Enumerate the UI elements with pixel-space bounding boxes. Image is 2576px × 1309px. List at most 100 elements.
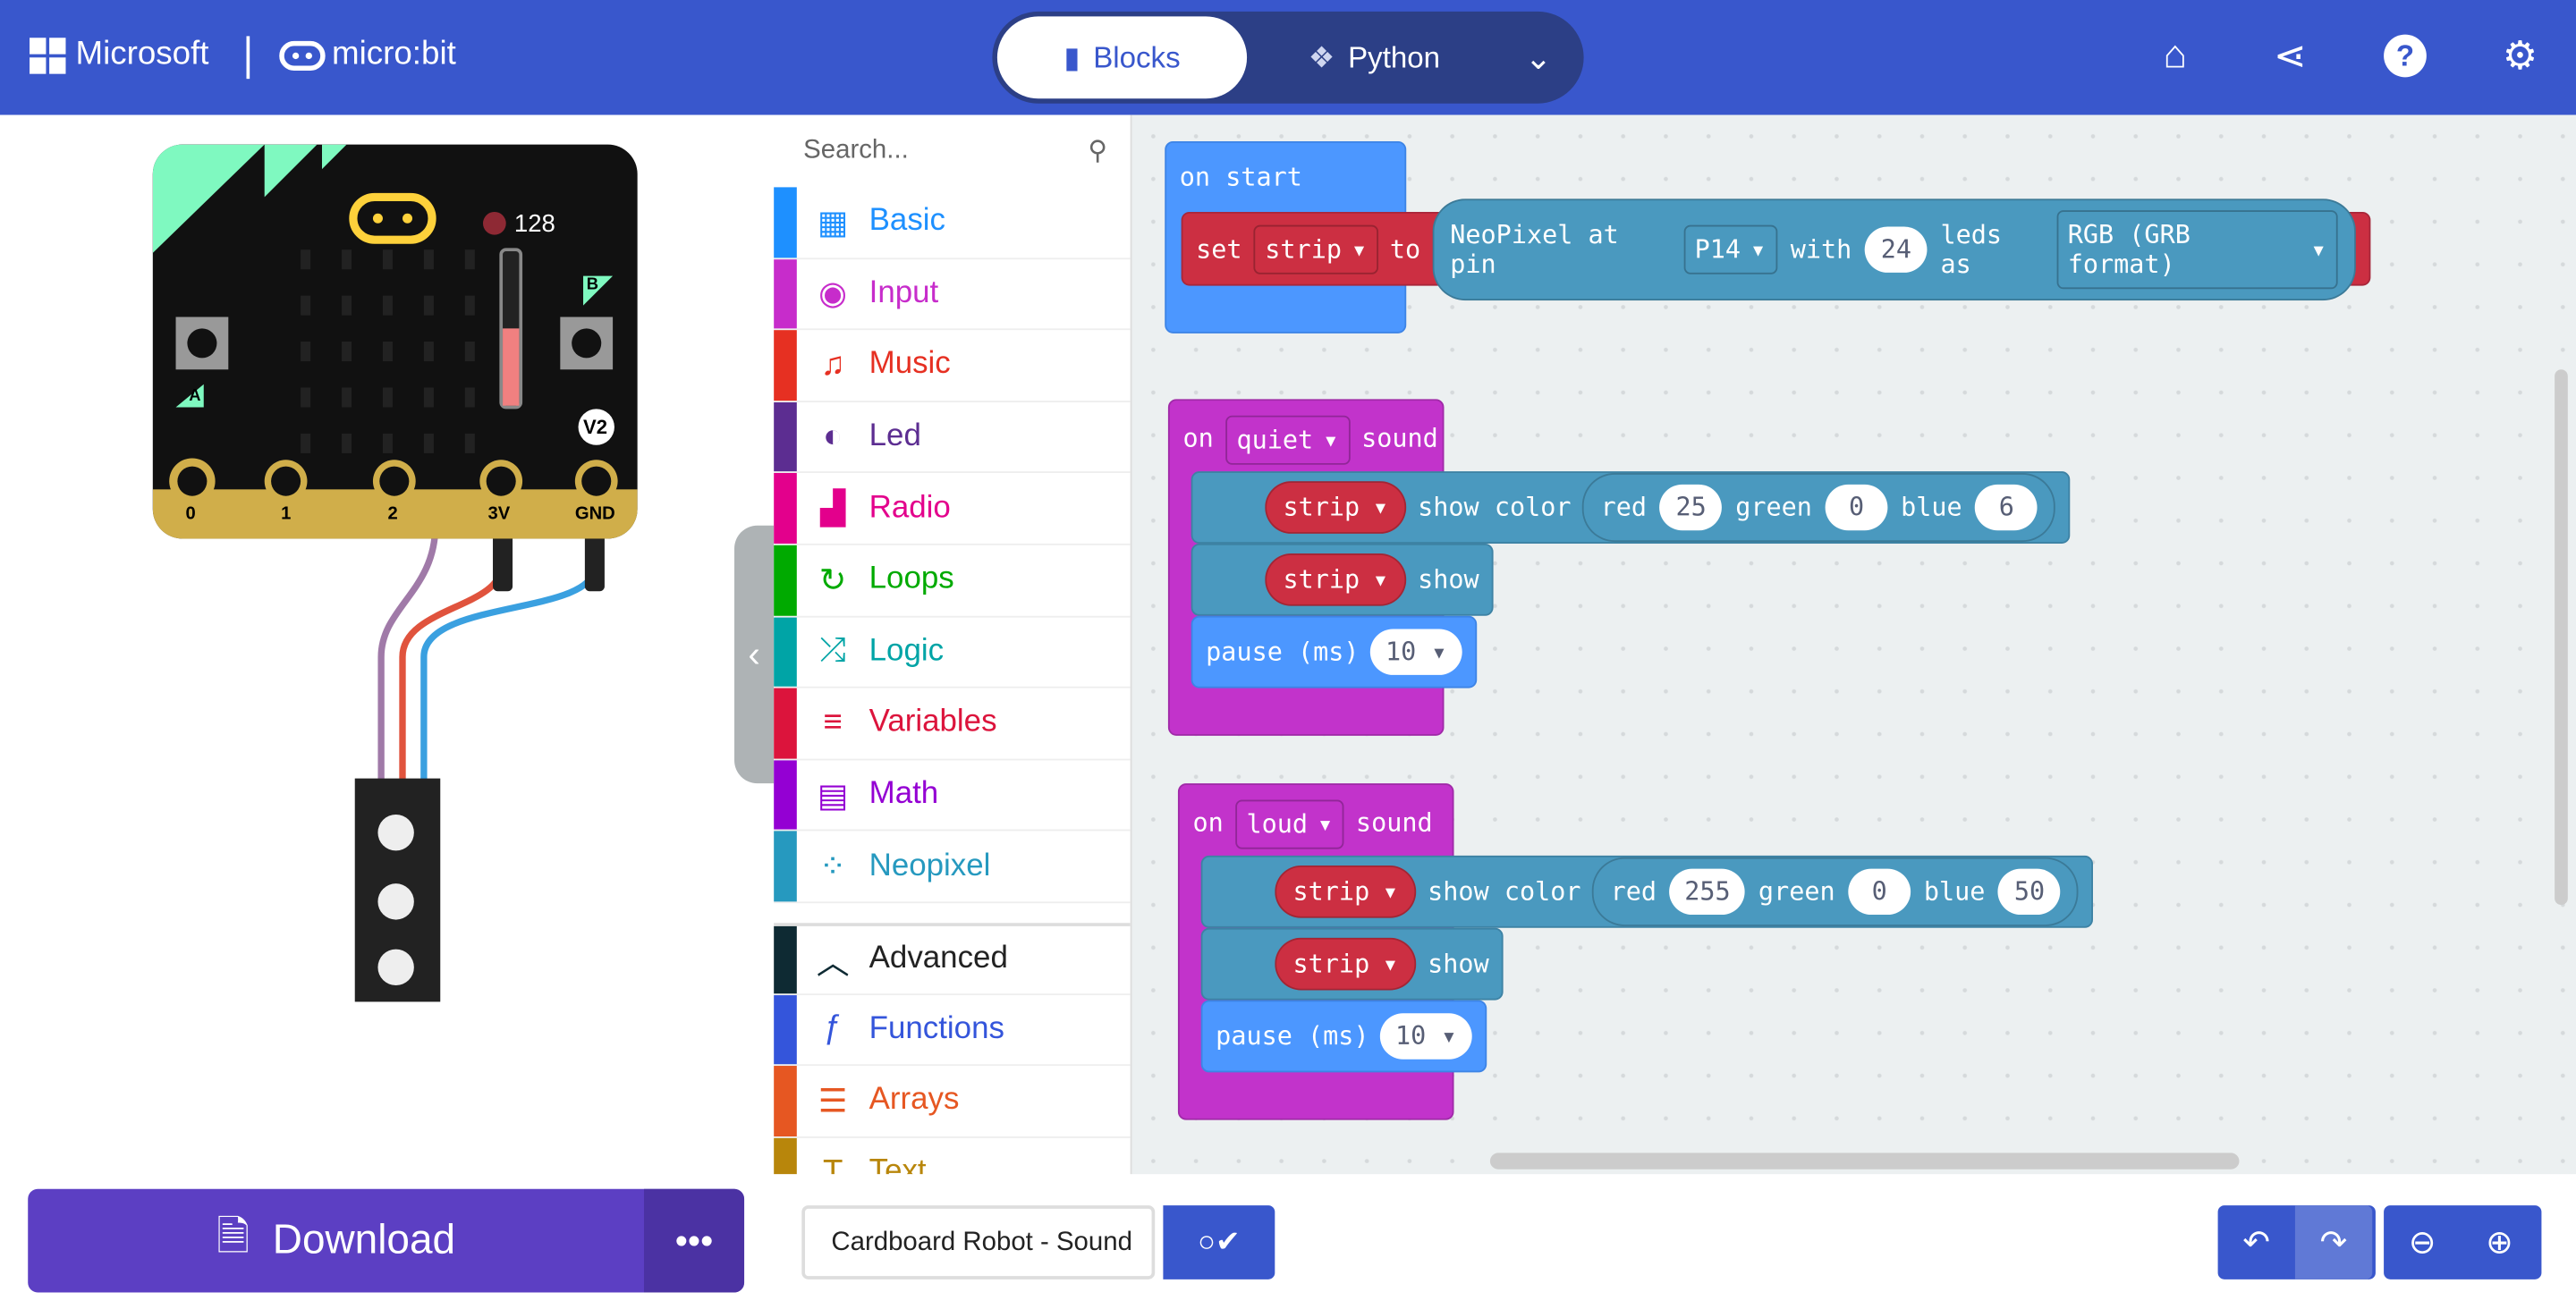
show-color-block[interactable]: strip ▾ show color red 255 green 0 blue 50 bbox=[1200, 855, 2094, 928]
block-label: leds as bbox=[1940, 219, 2003, 279]
redo-icon[interactable]: ↷ bbox=[2294, 1205, 2373, 1279]
collapse-simulator-button[interactable]: ‹ bbox=[734, 525, 775, 784]
toolbox-category-music[interactable]: ♫ Music bbox=[774, 330, 1131, 402]
toolbox-category-variables[interactable]: ≡ Variables bbox=[774, 688, 1131, 760]
sound-event-dropdown[interactable]: loud ▾ bbox=[1234, 799, 1345, 849]
download-label: Download bbox=[272, 1217, 456, 1263]
toolbox-category-text[interactable]: T Text bbox=[774, 1137, 1131, 1175]
tab-blocks[interactable]: ▮ Blocks bbox=[996, 16, 1248, 99]
blocks-workspace[interactable]: on start set strip ▾ to NeoPixel at pin P… bbox=[1131, 114, 2576, 1175]
caret-down-icon: ▾ bbox=[1372, 493, 1389, 523]
tab-python[interactable]: ❖ Python bbox=[1255, 16, 1493, 98]
pause-block[interactable]: pause (ms) 10 ▾ bbox=[1191, 615, 1477, 688]
pin-dropdown[interactable]: P14 ▾ bbox=[1682, 224, 1778, 274]
category-color-bar bbox=[774, 187, 797, 258]
home-icon[interactable]: ⌂ bbox=[2152, 33, 2198, 79]
caret-down-icon: ▾ bbox=[2310, 233, 2326, 264]
toolbox-category-radio[interactable]: ▟ Radio bbox=[774, 473, 1131, 545]
red-input[interactable]: 255 bbox=[1669, 868, 1746, 916]
toolbox-category-neopixel[interactable]: ⁘ Neopixel bbox=[774, 832, 1131, 904]
variable-name: strip bbox=[1283, 564, 1360, 595]
block-label: on bbox=[1192, 807, 1224, 838]
strip-variable[interactable]: strip ▾ bbox=[1265, 481, 1407, 534]
toolbox-search[interactable]: Search... ⚲ bbox=[774, 115, 1131, 188]
pause-input[interactable]: 10 ▾ bbox=[1380, 1013, 1472, 1060]
chevron-down-icon: ⌄ bbox=[1524, 39, 1553, 77]
pause-block[interactable]: pause (ms) 10 ▾ bbox=[1200, 1000, 1487, 1073]
github-save-button[interactable]: ○✔ bbox=[1163, 1205, 1275, 1279]
rgb-block[interactable]: red 25 green 0 blue 6 bbox=[1582, 472, 2056, 543]
pause-input[interactable]: 10 ▾ bbox=[1370, 629, 1462, 675]
green-input[interactable]: 0 bbox=[1825, 484, 1888, 531]
toolbox-category-basic[interactable]: ▦ Basic bbox=[774, 187, 1131, 259]
toolbox-category-advanced[interactable]: ︿ Advanced bbox=[774, 923, 1131, 995]
toolbox-category-arrays[interactable]: ☰ Arrays bbox=[774, 1066, 1131, 1138]
share-icon[interactable]: ⋖ bbox=[2267, 33, 2313, 79]
block-label: pause (ms) bbox=[1206, 637, 1360, 667]
toolbox-category-logic[interactable]: ⤮ Logic bbox=[774, 616, 1131, 688]
calculator-icon: ▤ bbox=[817, 777, 849, 815]
horizontal-scrollbar[interactable] bbox=[1489, 1153, 2240, 1170]
category-color-bar bbox=[774, 401, 797, 472]
show-color-block[interactable]: strip ▾ show color red 25 green 0 blue 6 bbox=[1191, 471, 2071, 544]
green-input[interactable]: 0 bbox=[1848, 868, 1911, 916]
pin-label[interactable]: GND bbox=[575, 504, 615, 524]
zoom-out-icon[interactable]: ⊖ bbox=[2384, 1205, 2461, 1279]
category-label: Music bbox=[869, 347, 951, 383]
toolbox-category-loops[interactable]: ↻ Loops bbox=[774, 545, 1131, 617]
caret-down-icon: ▾ bbox=[1382, 949, 1399, 979]
format-dropdown[interactable]: RGB (GRB format) ▾ bbox=[2055, 209, 2338, 289]
category-label: Logic bbox=[869, 633, 945, 669]
strip-variable[interactable]: strip ▾ bbox=[1265, 553, 1407, 606]
leds-count-input[interactable]: 24 bbox=[1865, 225, 1928, 272]
strip-show-block[interactable]: strip ▾ show bbox=[1191, 543, 1495, 616]
toolbox-category-math[interactable]: ▤ Math bbox=[774, 759, 1131, 832]
block-label: NeoPixel at pin bbox=[1450, 219, 1619, 279]
block-label: show color bbox=[1418, 493, 1572, 523]
help-icon[interactable]: ? bbox=[2382, 33, 2428, 79]
rgb-block[interactable]: red 255 green 0 blue 50 bbox=[1592, 857, 2080, 926]
block-label: sound bbox=[1355, 807, 1433, 838]
editor-mode-switch: ▮ Blocks ❖ Python ⌄ bbox=[992, 11, 1584, 104]
sound-level-readout: 128 bbox=[513, 210, 555, 239]
pin-label[interactable]: 3V bbox=[488, 504, 511, 524]
set-strip-block[interactable]: set strip ▾ to NeoPixel at pin P14 ▾ with … bbox=[1181, 198, 2371, 300]
strip-variable[interactable]: strip ▾ bbox=[1275, 865, 1417, 918]
microbit-board[interactable]: 128 A B V2 0 1 2 3V GND bbox=[152, 144, 638, 539]
vertical-scrollbar[interactable] bbox=[2555, 369, 2568, 906]
red-input[interactable]: 25 bbox=[1659, 484, 1723, 531]
variable-dropdown[interactable]: strip ▾ bbox=[1253, 224, 1379, 274]
neopixel-create-block[interactable]: NeoPixel at pin P14 ▾ with 24 leds as RGB… bbox=[1432, 198, 2356, 300]
project-name-input[interactable]: Cardboard Robot - Sound bbox=[801, 1205, 1156, 1279]
pin-label[interactable]: 0 bbox=[186, 504, 196, 524]
more-icon: ••• bbox=[674, 1219, 714, 1261]
zoom-in-icon[interactable]: ⊕ bbox=[2461, 1205, 2538, 1279]
blue-input[interactable]: 6 bbox=[1975, 484, 2038, 531]
sound-event-dropdown[interactable]: quiet ▾ bbox=[1224, 415, 1351, 465]
block-label: green bbox=[1758, 876, 1835, 907]
strip-variable[interactable]: strip ▾ bbox=[1275, 937, 1417, 991]
grid-icon: ▦ bbox=[817, 205, 849, 241]
pin-label[interactable]: 1 bbox=[281, 504, 291, 524]
dropdown-value: strip bbox=[1265, 233, 1343, 264]
block-label: red bbox=[1600, 493, 1648, 523]
category-label: Loops bbox=[869, 562, 954, 597]
puzzle-icon: ▮ bbox=[1063, 39, 1080, 73]
download-more-button[interactable]: ••• bbox=[643, 1188, 745, 1293]
toggle-icon: ◐ bbox=[823, 418, 843, 454]
search-input[interactable]: Search... bbox=[803, 136, 909, 165]
toolbox-category-input[interactable]: ◉ Input bbox=[774, 258, 1131, 331]
pin-label[interactable]: 2 bbox=[387, 504, 397, 524]
mode-dropdown[interactable]: ⌄ bbox=[1494, 16, 1584, 98]
chevron-up-icon: ︿ bbox=[816, 945, 850, 982]
bottom-bar: 🗎 Download ••• Cardboard Robot - Sound ○✔… bbox=[0, 1174, 2576, 1309]
toolbox-category-functions[interactable]: ƒ Functions bbox=[774, 994, 1131, 1067]
undo-icon[interactable]: ↶ bbox=[2218, 1205, 2295, 1279]
download-button[interactable]: 🗎 Download bbox=[28, 1189, 644, 1293]
blue-input[interactable]: 50 bbox=[1998, 868, 2061, 916]
toolbox-category-led[interactable]: ◐ Led bbox=[774, 401, 1131, 474]
refresh-icon: ↻ bbox=[818, 562, 847, 599]
gear-icon[interactable]: ⚙ bbox=[2497, 33, 2543, 79]
strip-show-block[interactable]: strip ▾ show bbox=[1200, 927, 1504, 1001]
block-label: blue bbox=[1923, 876, 1986, 907]
